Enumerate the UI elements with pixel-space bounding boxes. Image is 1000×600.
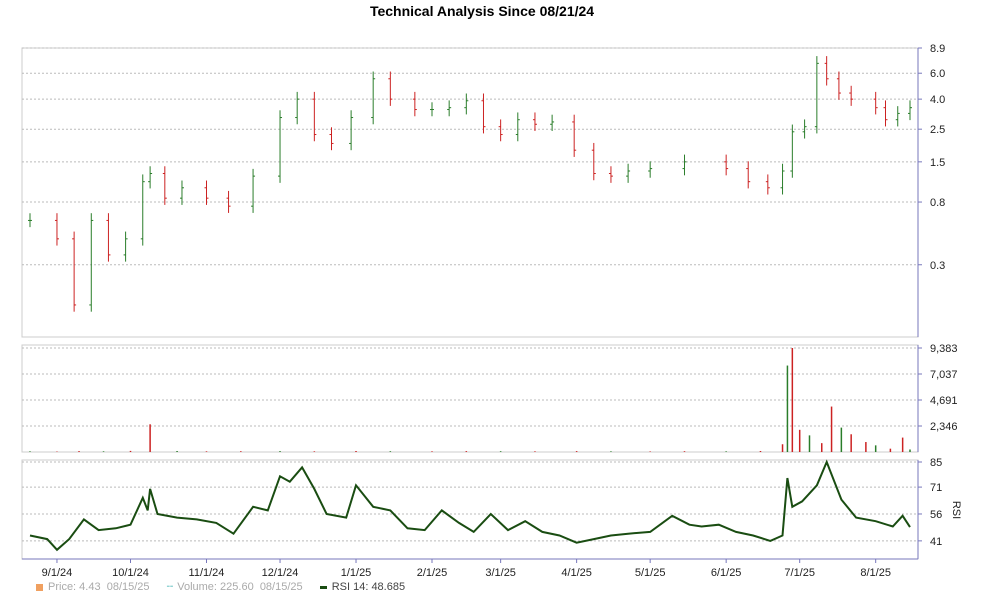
x-tick-label: 12/1/24: [262, 567, 299, 579]
price-tick-label: 1.5: [930, 157, 945, 169]
volume-tick-label: 7,037: [930, 369, 958, 381]
panel-frame: [21, 344, 919, 453]
price-tick-label: 6.0: [930, 68, 945, 80]
price-tick-label: 0.8: [930, 197, 945, 209]
volume-tick-label: 4,691: [930, 395, 958, 407]
panel-frames: [21, 47, 919, 560]
rsi-tick-label: 56: [930, 509, 942, 521]
chart-legend: Price: 4.43 08/15/25 ╌ Volume: 225.60 08/…: [36, 580, 419, 593]
volume-tick-label: 2,346: [930, 421, 958, 433]
rsi-swatch-icon: [319, 585, 327, 589]
rsi-tick-label: 41: [930, 536, 942, 548]
volume-panel: 9,383 7,037 4,691 2,346: [22, 343, 958, 452]
x-tick-label: 9/1/24: [42, 567, 73, 579]
technical-analysis-chart: Technical Analysis Since 08/21/24 8.9 6.0…: [21, 3, 962, 579]
legend-rsi: RSI 14: 48.685: [319, 581, 405, 593]
x-axis: 9/1/24 10/1/24 11/1/24 12/1/24 1/1/25 2/1/25 3…: [22, 558, 918, 579]
x-tick-label: 2/1/25: [417, 567, 448, 579]
x-tick-label: 3/1/25: [485, 567, 516, 579]
x-tick-label: 1/1/25: [341, 567, 372, 579]
rsi-panel: 85 71 56 41 RSI: [22, 457, 962, 552]
price-panel: 8.9 6.0 4.0 2.5 1.5 0.8 0.3: [22, 43, 945, 312]
chart-title: Technical Analysis Since 08/21/24: [370, 3, 594, 19]
volume-tick-label: 9,383: [930, 343, 958, 355]
x-tick-label: 4/1/25: [561, 567, 592, 579]
legend-price: Price: 4.43 08/15/25: [36, 581, 150, 593]
rsi-tick-label: 71: [930, 482, 942, 494]
price-tick-label: 2.5: [930, 124, 945, 136]
panel-frame: [21, 47, 919, 338]
legend-volume: ╌ Volume: 225.60 08/15/25: [166, 581, 303, 593]
rsi-axis-label: RSI: [950, 501, 962, 519]
rsi-tick-label: 85: [930, 457, 942, 469]
x-tick-label: 8/1/25: [860, 567, 891, 579]
x-tick-label: 6/1/25: [711, 567, 742, 579]
price-tick-label: 4.0: [930, 94, 945, 106]
rsi-series-line: [29, 459, 911, 552]
x-tick-label: 7/1/25: [784, 567, 815, 579]
x-tick-label: 10/1/24: [112, 567, 149, 579]
x-tick-label: 5/1/25: [635, 567, 666, 579]
volume-swatch-icon: ╌: [166, 581, 174, 593]
price-swatch-icon: [36, 583, 43, 591]
x-tick-label: 11/1/24: [189, 567, 225, 579]
price-tick-label: 0.3: [930, 260, 945, 272]
price-tick-label: 8.9: [930, 43, 945, 55]
